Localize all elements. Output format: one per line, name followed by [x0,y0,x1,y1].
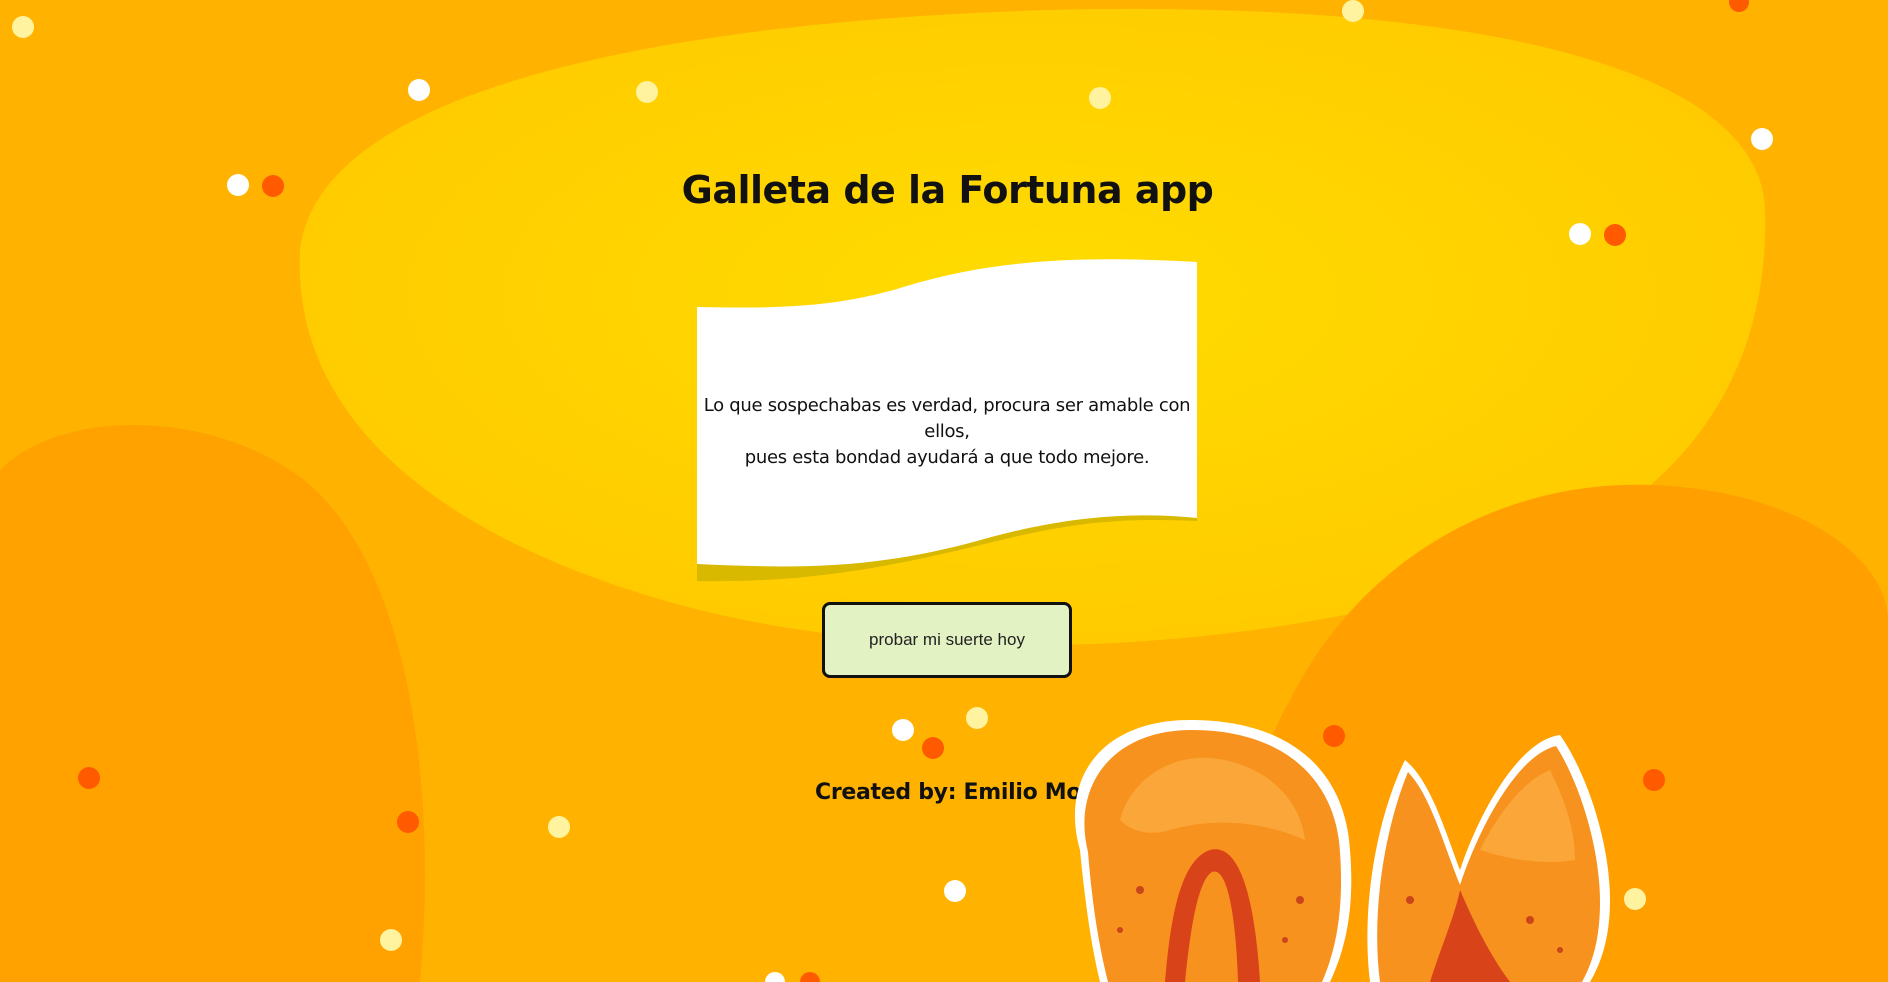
cookie-right [1367,735,1610,982]
fortune-cookie-icon [1074,720,1610,982]
fortune-message: Lo que sospechabas es verdad, procura se… [697,393,1197,471]
cookie-left [1074,720,1352,982]
fortune-message-line: pues esta bondad ayudará a que todo mejo… [744,447,1150,468]
page-title: Galleta de la Fortuna app [681,168,1214,212]
fortune-message-line: Lo que sospechabas es verdad, procura se… [703,395,1191,442]
try-luck-button[interactable]: probar mi suerte hoy [822,602,1072,678]
